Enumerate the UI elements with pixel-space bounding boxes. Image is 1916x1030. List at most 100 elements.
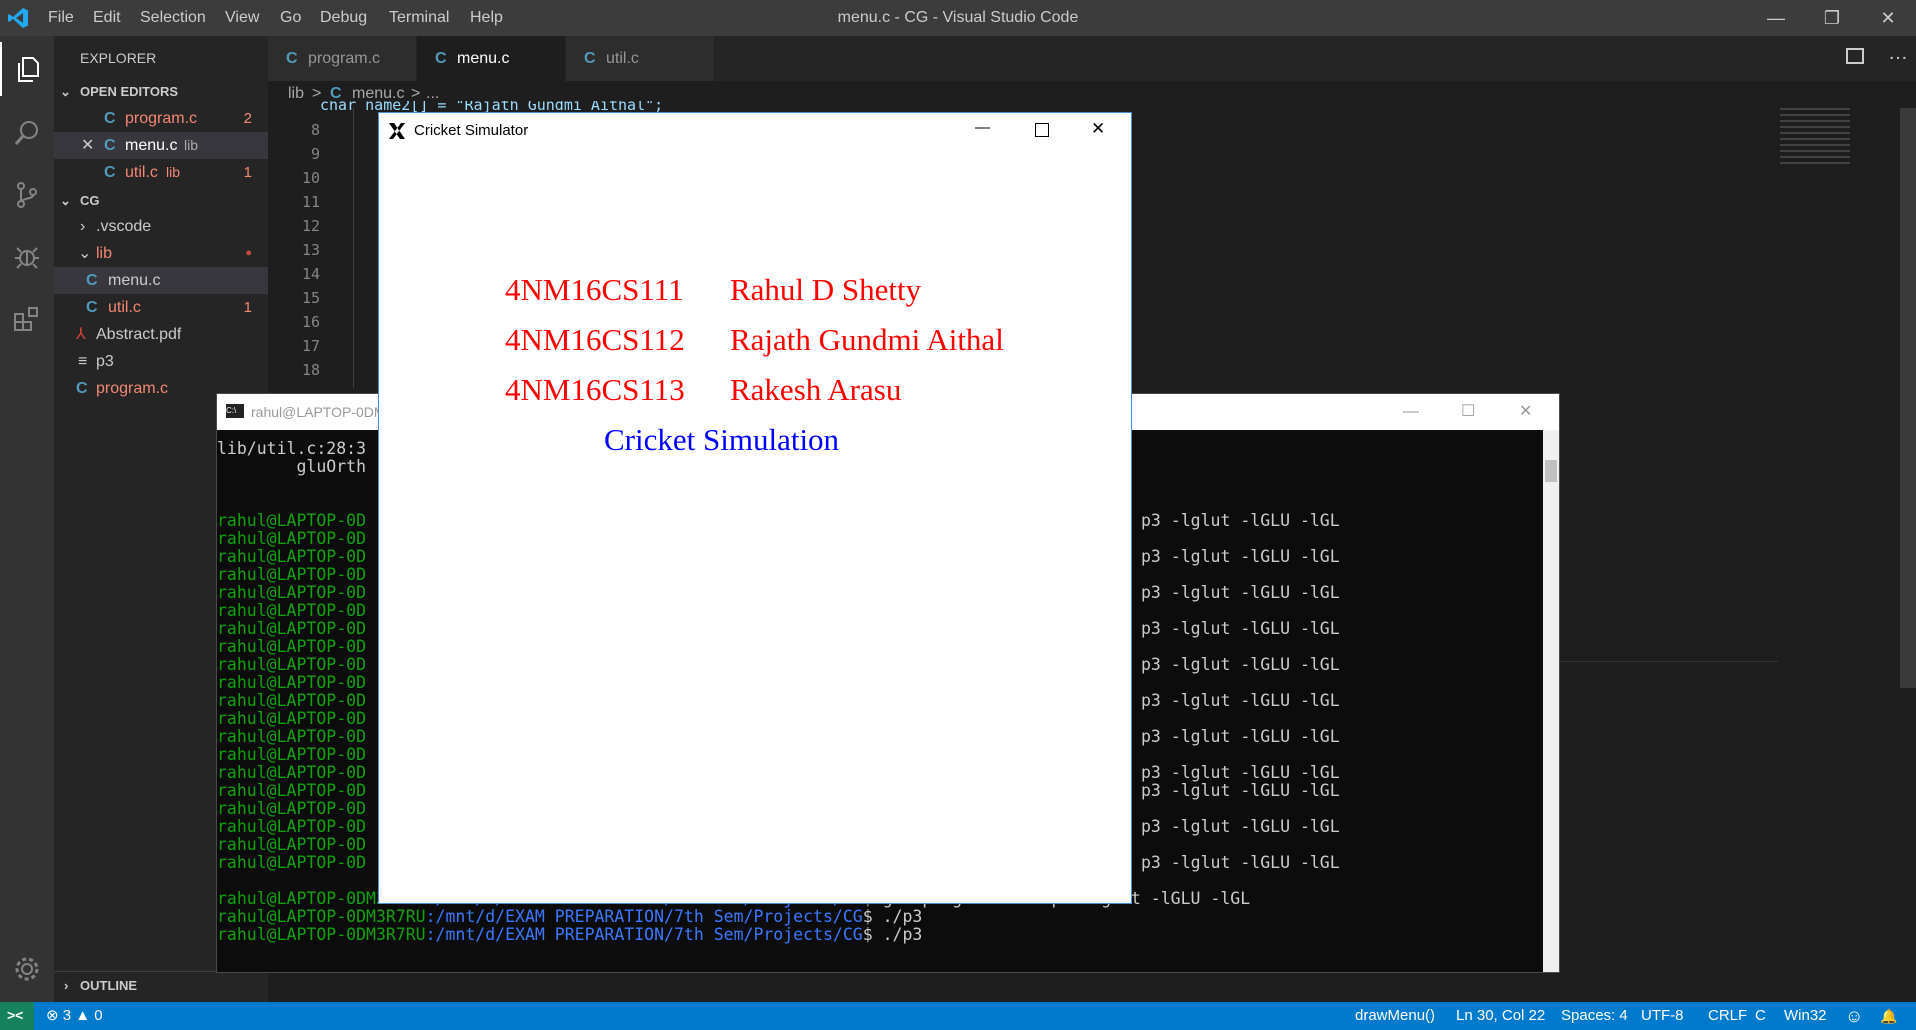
terminal-prompt: rahul@LAPTOP-0D (217, 511, 367, 530)
tab-label: menu.c (457, 50, 510, 67)
tab-label: program.c (308, 50, 381, 67)
tree-item-label: .vscode (96, 218, 152, 235)
split-editor-icon[interactable] (1846, 48, 1864, 64)
terminal-prompt-path: :/mnt/d/EXAM PREPARATION/7th Sem/Project… (425, 907, 863, 926)
line-number: 10 (301, 169, 320, 187)
tree-item-file[interactable]: C util.c 1 (54, 294, 268, 321)
close-icon[interactable]: ✕ (81, 132, 94, 159)
tab-util-c[interactable]: C util.c (566, 36, 714, 81)
cricket-simulator-window[interactable]: Cricket Simulator — ✕ 4NM16CS111 Rahul D… (378, 112, 1132, 904)
c-file-icon: C (104, 110, 116, 127)
line-number: 16 (301, 313, 320, 331)
status-language[interactable]: C (1755, 1002, 1766, 1030)
terminal-prompt: rahul@LAPTOP-0D (217, 835, 367, 854)
terminal-prompt: rahul@LAPTOP-0D (217, 853, 367, 872)
terminal-error-line: gluOrth (217, 457, 367, 476)
breadcrumb-folder[interactable]: lib (288, 81, 304, 107)
glut-window-title: Cricket Simulator (414, 122, 529, 139)
terminal-close-button[interactable]: ✕ (1519, 394, 1532, 430)
tree-item-file[interactable]: ≡ p3 (54, 348, 268, 375)
glut-minimize-button[interactable]: — (975, 119, 990, 136)
errors-indicator[interactable]: ⊗ 3 ▲ 0 (46, 1002, 103, 1030)
minimize-button[interactable]: — (1748, 0, 1804, 36)
tree-item-folder[interactable]: › .vscode (54, 213, 268, 240)
c-file-icon: C (76, 380, 88, 397)
terminal-maximize-button[interactable]: ☐ (1461, 394, 1475, 430)
error-count-badge: 1 (243, 299, 252, 316)
folder-header[interactable]: ⌄ CG (54, 187, 268, 214)
terminal-scroll-thumb[interactable] (1545, 460, 1557, 482)
line-number: 15 (301, 289, 320, 307)
terminal-prompt: rahul@LAPTOP-0D (217, 709, 367, 728)
close-button[interactable]: ✕ (1860, 0, 1916, 36)
editor-divider (1558, 661, 1778, 662)
terminal-prompt: rahul@LAPTOP-0D (217, 763, 367, 782)
status-encoding[interactable]: UTF-8 (1641, 1002, 1684, 1030)
gear-icon[interactable] (0, 942, 54, 996)
tab-menu-c[interactable]: C menu.c ✕ (417, 36, 702, 81)
feedback-smiley-icon[interactable]: ☺ (1845, 1002, 1863, 1030)
remote-indicator[interactable]: >< (0, 1002, 34, 1030)
explorer-icon[interactable] (0, 42, 56, 96)
terminal-command-tail: p3 -lglut -lGLU -lGL (1141, 655, 1340, 674)
terminal-prompt-user: rahul@LAPTOP-0DM3R7RU (217, 907, 426, 926)
c-file-icon: C (86, 272, 98, 289)
tab-program-c[interactable]: C program.c (268, 36, 416, 81)
open-editor-item[interactable]: C util.c lib 1 (54, 159, 268, 186)
extensions-icon[interactable] (0, 292, 54, 346)
line-number: 14 (301, 265, 320, 283)
status-position[interactable]: Ln 30, Col 22 (1456, 1002, 1545, 1030)
open-editor-item-active[interactable]: ✕ C menu.c lib (54, 132, 268, 159)
status-platform[interactable]: Win32 (1784, 1002, 1827, 1030)
minimap[interactable] (1780, 108, 1850, 168)
terminal-minimize-button[interactable]: — (1403, 394, 1419, 430)
more-actions-icon[interactable]: … (1888, 42, 1908, 65)
search-icon[interactable] (0, 106, 54, 160)
status-eol[interactable]: CRLF (1708, 1002, 1747, 1030)
status-function[interactable]: drawMenu() (1355, 1002, 1435, 1030)
explorer-title: EXPLORER (80, 50, 157, 66)
chevron-right-icon: › (64, 978, 69, 993)
line-number: 11 (301, 193, 320, 211)
glut-close-button[interactable]: ✕ (1091, 119, 1105, 139)
terminal-command-tail: p3 -lglut -lGLU -lGL (1141, 853, 1340, 872)
tree-item-file[interactable]: ⅄ Abstract.pdf (54, 321, 268, 348)
notification-bell-icon[interactable]: 🔔 (1880, 1002, 1897, 1030)
terminal-prompt: rahul@LAPTOP-0D (217, 619, 367, 638)
status-spaces[interactable]: Spaces: 4 (1561, 1002, 1628, 1030)
x11-logo-icon (389, 123, 405, 139)
restore-button[interactable]: ❐ (1804, 0, 1860, 36)
chevron-down-icon: ⌄ (60, 193, 71, 208)
open-editors-label: OPEN EDITORS (80, 84, 179, 99)
tree-item-label: util.c (108, 299, 141, 316)
debug-icon[interactable] (0, 230, 54, 284)
error-count-badge: 2 (243, 110, 252, 127)
line-number: 18 (301, 361, 320, 379)
source-control-icon[interactable] (0, 168, 54, 222)
open-editor-item[interactable]: C program.c 2 (54, 105, 268, 132)
terminal-command-tail: p3 -lglut -lGLU -lGL (1141, 547, 1340, 566)
open-editor-name: menu.c (125, 137, 178, 154)
editor-scrollbar[interactable] (1900, 108, 1916, 688)
terminal-scrollbar[interactable] (1543, 430, 1559, 972)
tree-item-file-selected[interactable]: C menu.c (54, 267, 268, 294)
warnings-count: 0 (94, 1007, 103, 1024)
glut-title-bar[interactable]: Cricket Simulator — ✕ (379, 113, 1131, 147)
tab-label: util.c (606, 50, 639, 67)
open-editors-header[interactable]: ⌄ OPEN EDITORS (54, 78, 268, 105)
tree-item-folder[interactable]: ⌄ lib ● (54, 240, 268, 267)
window-title: menu.c - CG - Visual Studio Code (837, 9, 1079, 26)
outline-header[interactable]: › OUTLINE (54, 971, 268, 999)
tree-item-label: lib (96, 245, 113, 262)
c-file-icon: C (584, 50, 596, 67)
terminal-command-tail: p3 -lglut -lGLU -lGL (1141, 619, 1340, 638)
terminal-prompt: rahul@LAPTOP-0D (217, 565, 367, 584)
tree-item-label: p3 (96, 353, 114, 370)
terminal-command-tail: p3 -lglut -lGLU -lGL (1141, 583, 1340, 602)
glut-maximize-button[interactable] (1035, 123, 1049, 137)
c-file-icon: C (435, 50, 447, 67)
terminal-prompt: rahul@LAPTOP-0D (217, 781, 367, 800)
student-name: Rakesh Arasu (730, 372, 902, 407)
terminal-command-tail: p3 -lglut -lGLU -lGL (1141, 511, 1340, 530)
c-file-icon: C (104, 137, 116, 154)
